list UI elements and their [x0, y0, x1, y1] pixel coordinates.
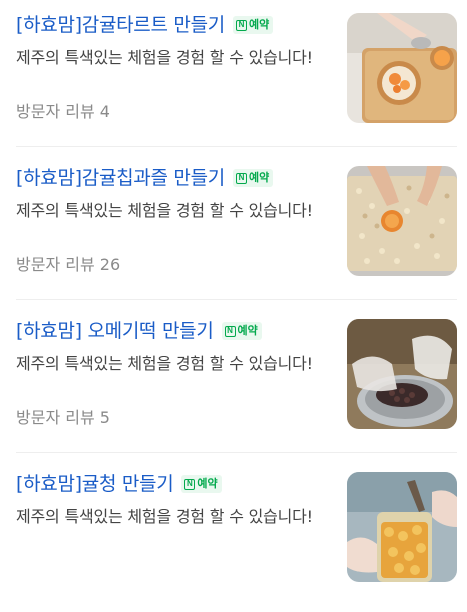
naver-n-icon: N	[184, 478, 196, 490]
item-title[interactable]: [하효맘] 오메기떡 만들기	[16, 318, 214, 344]
tart-photo-thumbnail[interactable]	[347, 13, 457, 123]
naver-n-icon: N	[224, 325, 236, 337]
review-count: 방문자 리뷰 4	[16, 102, 110, 121]
omegi-photo-thumbnail[interactable]	[347, 319, 457, 429]
title-row: [하효맘] 오메기떡 만들기 N 예약	[16, 318, 262, 344]
product-list: [하효맘]감귤타르트 만들기 N 예약 제주의 특색있는 체험을 경험 할 수 …	[0, 0, 467, 587]
divider	[16, 146, 457, 147]
list-item[interactable]: [하효맘]귤청 만들기 N 예약 제주의 특색있는 체험을 경험 할 수 있습니…	[0, 459, 467, 612]
item-description: 제주의 특색있는 체험을 경험 할 수 있습니다!	[16, 201, 313, 220]
item-title[interactable]: [하효맘]감귤칩과즐 만들기	[16, 165, 225, 191]
citrus-syrup-photo-thumbnail[interactable]	[347, 472, 457, 582]
list-item[interactable]: [하효맘]감귤칩과즐 만들기 N 예약 제주의 특색있는 체험을 경험 할 수 …	[0, 153, 467, 306]
divider	[16, 452, 457, 453]
review-count: 방문자 리뷰 26	[16, 255, 121, 274]
reservation-badge: N 예약	[181, 475, 222, 493]
reservation-badge: N 예약	[232, 169, 274, 187]
item-description: 제주의 특색있는 체험을 경험 할 수 있습니다!	[16, 354, 313, 373]
item-title[interactable]: [하효맘]감귤타르트 만들기	[16, 12, 225, 38]
naver-n-icon: N	[235, 19, 247, 31]
divider	[16, 299, 457, 300]
reservation-badge: N 예약	[221, 322, 262, 340]
badge-label: 예약	[237, 324, 258, 337]
naver-n-icon: N	[235, 172, 247, 184]
title-row: [하효맘]감귤칩과즐 만들기 N 예약	[16, 165, 274, 191]
title-row: [하효맘]감귤타르트 만들기 N 예약	[16, 12, 274, 38]
title-row: [하효맘]귤청 만들기 N 예약	[16, 471, 222, 497]
reservation-badge: N 예약	[232, 16, 274, 34]
list-item[interactable]: [하효맘]감귤타르트 만들기 N 예약 제주의 특색있는 체험을 경험 할 수 …	[0, 0, 467, 153]
badge-label: 예약	[248, 18, 270, 31]
gwajul-photo-thumbnail[interactable]	[347, 166, 457, 276]
list-item[interactable]: [하효맘] 오메기떡 만들기 N 예약 제주의 특색있는 체험을 경험 할 수 …	[0, 306, 467, 459]
badge-label: 예약	[248, 171, 270, 184]
item-description: 제주의 특색있는 체험을 경험 할 수 있습니다!	[16, 48, 313, 67]
item-title[interactable]: [하효맘]귤청 만들기	[16, 471, 174, 497]
badge-label: 예약	[197, 477, 218, 490]
review-count: 방문자 리뷰 5	[16, 408, 110, 427]
item-description: 제주의 특색있는 체험을 경험 할 수 있습니다!	[16, 507, 313, 526]
